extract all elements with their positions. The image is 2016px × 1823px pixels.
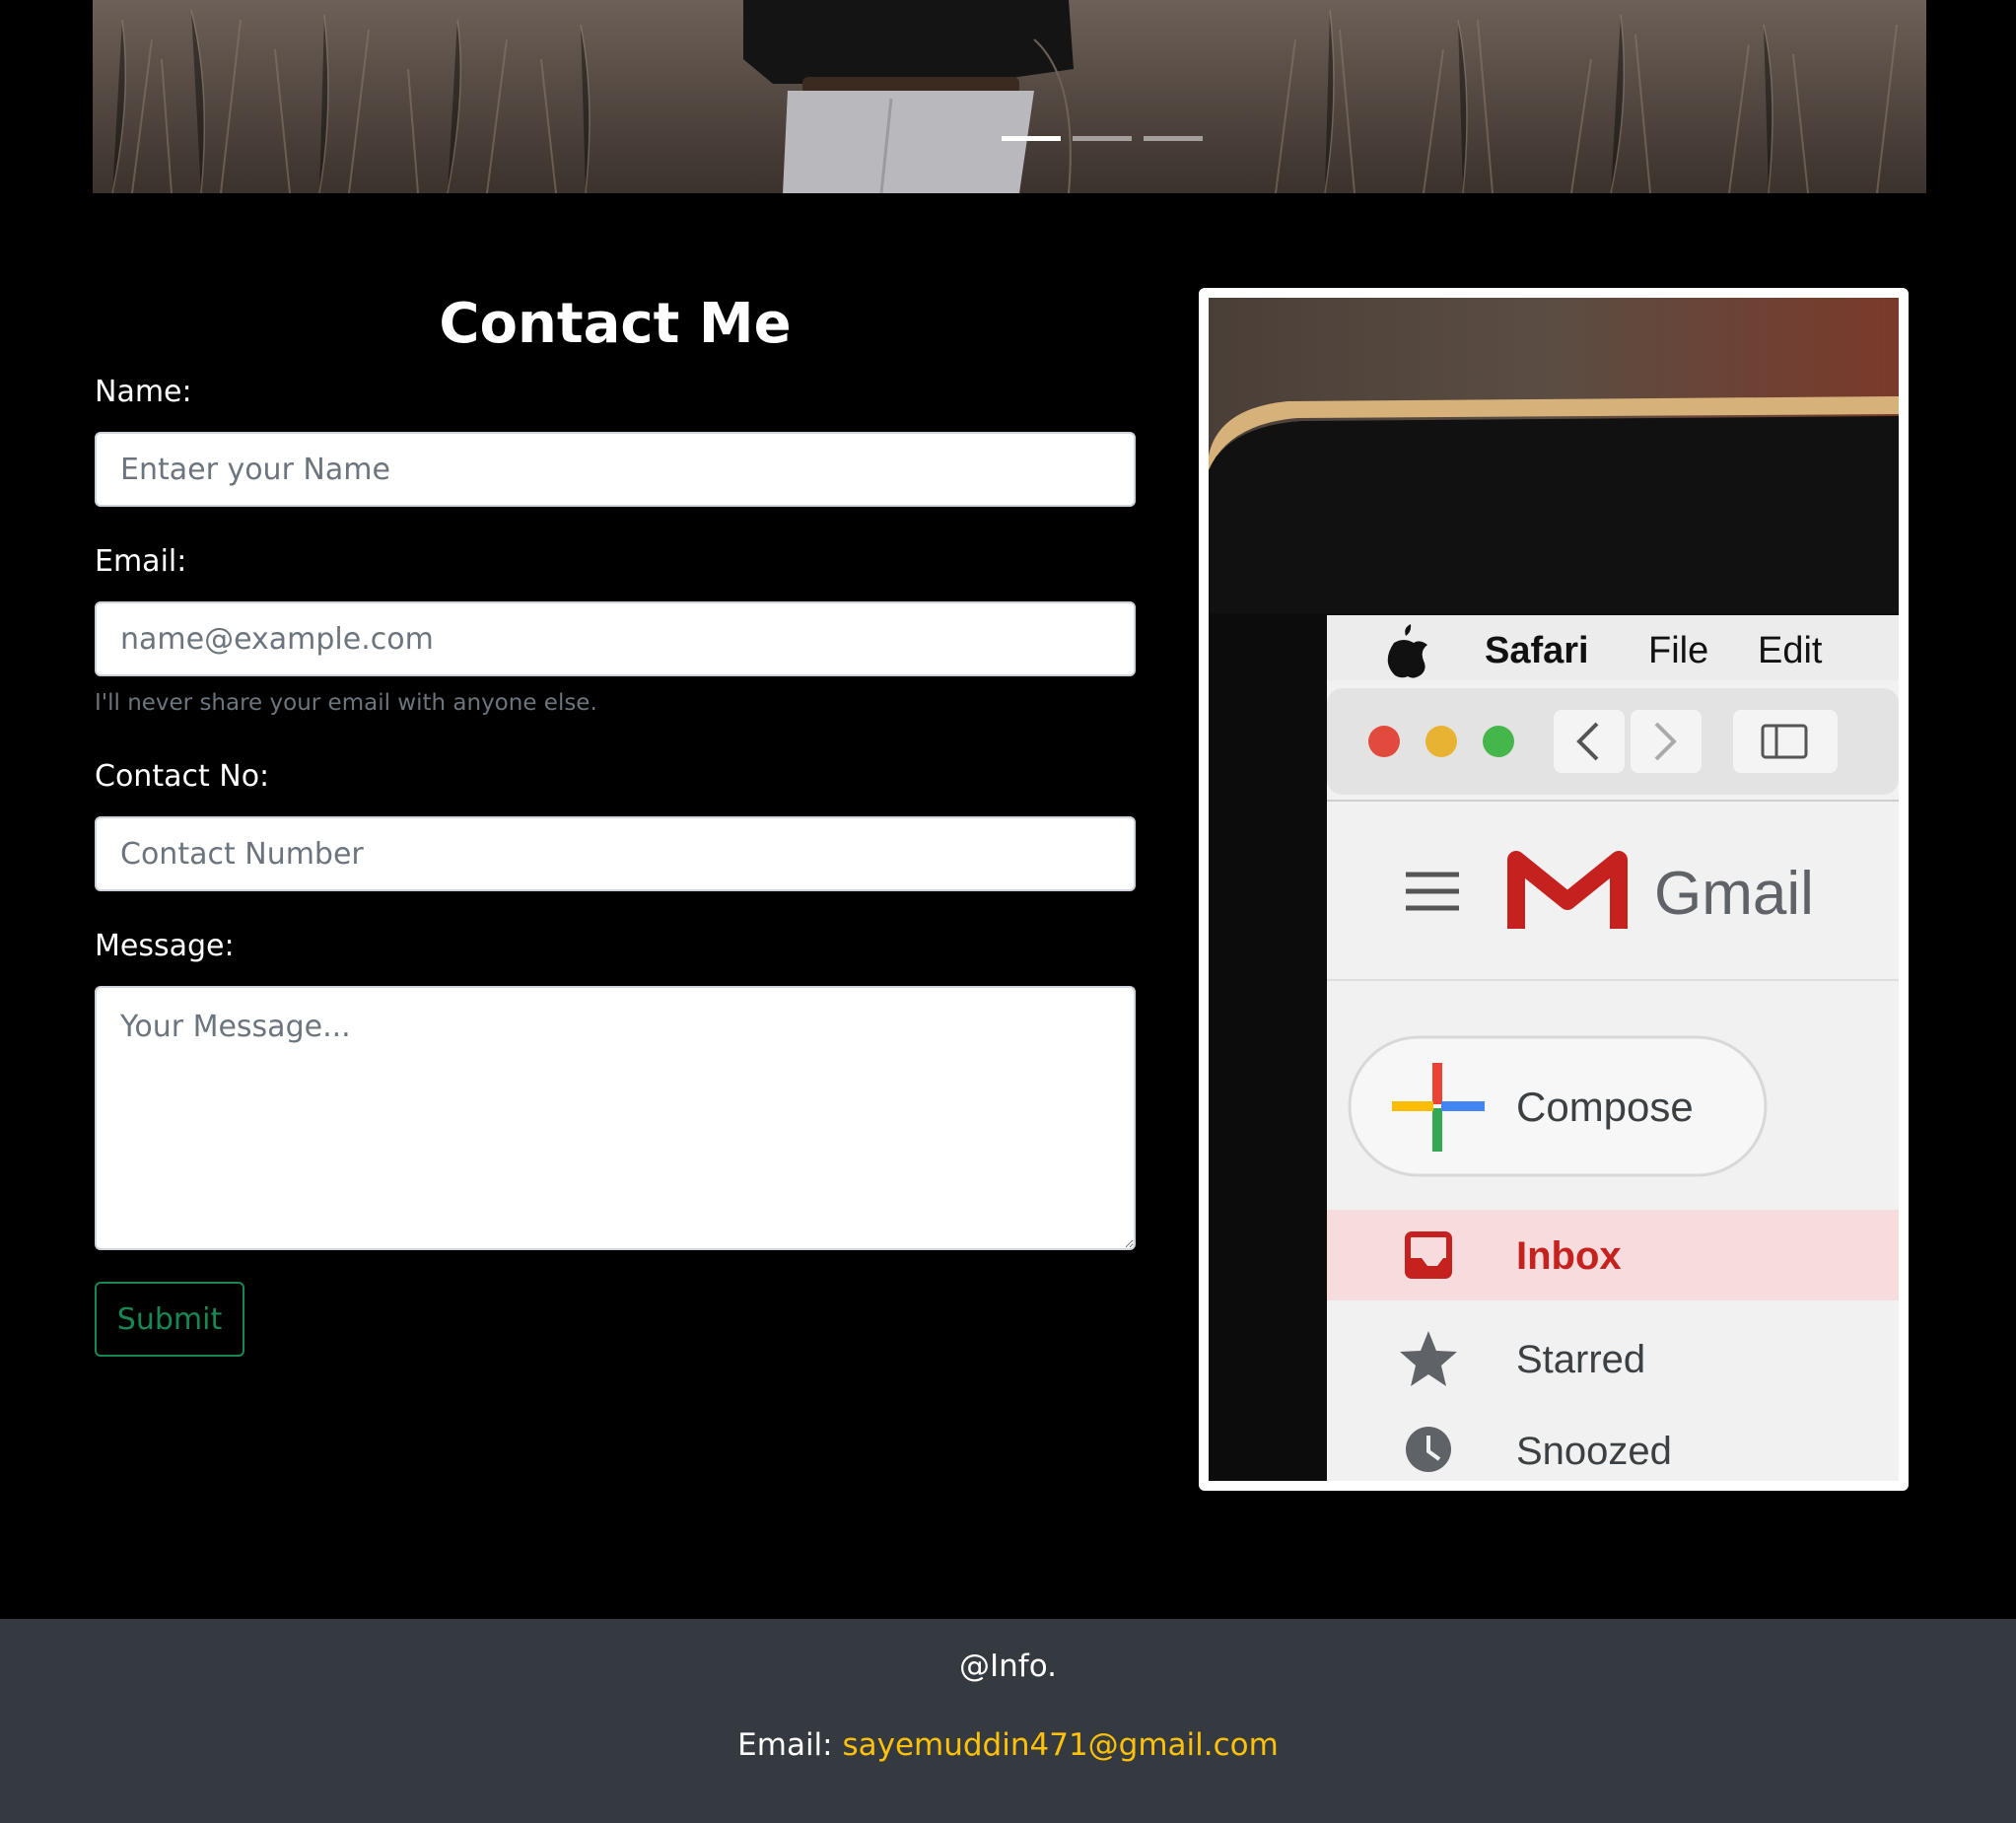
inbox-label: Inbox <box>1516 1234 1622 1278</box>
message-textarea[interactable] <box>95 986 1136 1250</box>
carousel-indicator-2[interactable] <box>1073 136 1132 141</box>
email-input[interactable] <box>95 601 1136 676</box>
contact-number-input[interactable] <box>95 816 1136 891</box>
menu-safari: Safari <box>1485 630 1589 671</box>
starred-label: Starred <box>1516 1338 1645 1381</box>
contact-photo: Safari File Edit Gmail Compose Inbox Sta… <box>1199 288 1909 1491</box>
snoozed-label: Snoozed <box>1516 1430 1672 1473</box>
gmail-title: Gmail <box>1654 860 1814 928</box>
hero-carousel[interactable] <box>93 0 1926 193</box>
name-input[interactable] <box>95 432 1136 507</box>
menu-file: File <box>1648 630 1708 671</box>
name-label: Name: <box>95 375 192 409</box>
clock-icon <box>1406 1427 1451 1472</box>
footer-info: @Info. <box>959 1648 1057 1684</box>
contact-title: Contact Me <box>439 292 792 356</box>
email-help-text: I'll never share your email with anyone … <box>95 690 597 716</box>
menu-edit: Edit <box>1758 630 1823 671</box>
compose-label: Compose <box>1516 1084 1694 1130</box>
laptop-gmail-photo: Safari File Edit Gmail Compose Inbox Sta… <box>1209 298 1899 1481</box>
hero-person-figure <box>743 0 1074 193</box>
email-label: Email: <box>95 544 187 579</box>
footer-email-line: Email: sayemuddin471@gmail.com <box>0 1727 2016 1763</box>
message-label: Message: <box>95 929 235 963</box>
carousel-indicators <box>1002 136 1203 141</box>
carousel-indicator-1[interactable] <box>1002 136 1061 141</box>
contact-no-label: Contact No: <box>95 759 270 794</box>
footer: @Info. Email: sayemuddin471@gmail.com <box>0 1619 2016 1823</box>
carousel-indicator-3[interactable] <box>1144 136 1203 141</box>
minimize-dot-icon <box>1425 726 1457 757</box>
zoom-dot-icon <box>1483 726 1514 757</box>
close-dot-icon <box>1368 726 1400 757</box>
submit-button[interactable]: Submit <box>95 1282 244 1357</box>
footer-email-label: Email: <box>737 1727 833 1763</box>
footer-email-link[interactable]: sayemuddin471@gmail.com <box>842 1727 1278 1763</box>
